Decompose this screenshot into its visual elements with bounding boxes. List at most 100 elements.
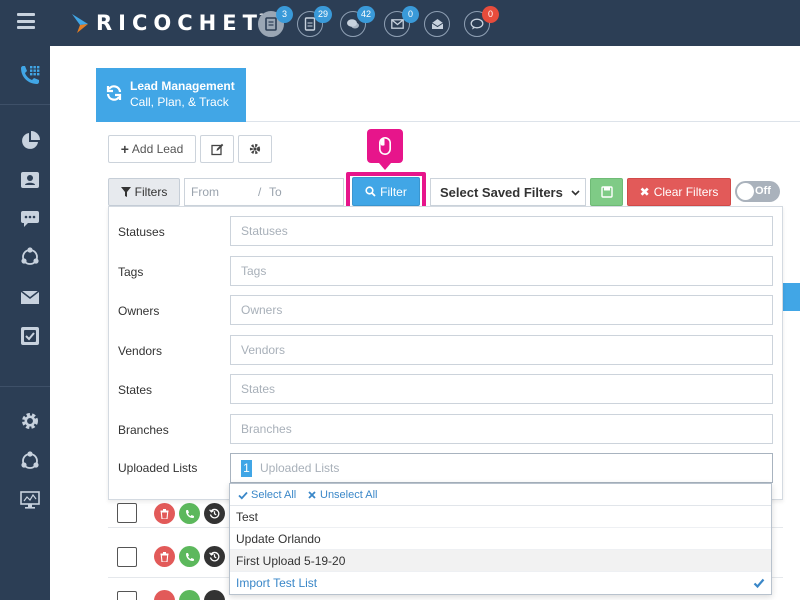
toggle-knob <box>737 183 754 200</box>
app-logo[interactable]: RICOCHET 360 <box>70 10 278 36</box>
close-icon: ✖ <box>639 185 650 199</box>
contact-card-icon[interactable] <box>19 169 41 191</box>
filters-toggle-button[interactable]: Filters <box>108 178 180 206</box>
uploaded-lists-placeholder: Uploaded Lists <box>260 461 340 475</box>
monitor-icon[interactable] <box>19 489 41 511</box>
nav-messages[interactable]: 42 <box>340 6 375 37</box>
select-all-link[interactable]: Select All <box>238 489 296 501</box>
chevron-down-icon <box>571 190 580 196</box>
date-range-input[interactable]: From / To <box>184 178 344 206</box>
header-divider <box>246 121 800 122</box>
history-button[interactable] <box>204 503 225 524</box>
saved-filters-select[interactable]: Select Saved Filters <box>430 178 586 206</box>
owners-placeholder: Owners <box>241 303 283 317</box>
statuses-label: Statuses <box>118 225 165 239</box>
nav-mail[interactable]: 0 <box>384 6 419 37</box>
delete-lead-button[interactable] <box>154 546 175 567</box>
from-placeholder: From <box>191 185 219 199</box>
envelope-icon[interactable] <box>19 286 41 308</box>
list-option[interactable]: Test <box>230 506 771 528</box>
file-icon <box>304 17 316 31</box>
list-option-label: Update Orlando <box>236 531 321 546</box>
top-bar: RICOCHET 360 3 29 42 0 0 <box>0 0 800 46</box>
history-button[interactable] <box>204 546 225 567</box>
refresh-icon <box>106 85 122 101</box>
add-lead-button[interactable]: + Add Lead <box>108 135 196 163</box>
filter-toggle-switch[interactable]: Off <box>735 181 780 202</box>
edit-button[interactable] <box>200 135 234 163</box>
list-option[interactable]: Update Orlando <box>230 528 771 550</box>
filter-label: Filter <box>380 184 407 199</box>
nav-comments[interactable]: 0 <box>464 6 499 37</box>
row-checkbox[interactable] <box>117 547 137 567</box>
check-square-icon[interactable] <box>19 325 41 347</box>
vendors-input[interactable]: Vendors <box>230 335 773 365</box>
vendors-placeholder: Vendors <box>241 343 286 357</box>
filters-label: Filters <box>134 185 168 199</box>
nav-documents[interactable]: 3 <box>258 6 293 37</box>
statuses-input[interactable]: Statuses <box>230 216 773 246</box>
call-lead-button[interactable] <box>179 503 200 524</box>
row-checkbox[interactable] <box>117 591 137 600</box>
settings-button[interactable] <box>238 135 272 163</box>
nav-badge: 0 <box>482 6 499 23</box>
trash-icon <box>160 551 169 562</box>
envelope-icon <box>390 19 404 29</box>
network-icon[interactable] <box>19 246 41 268</box>
lead-management-tab[interactable]: Lead Management Call, Plan, & Track <box>96 68 246 122</box>
floppy-disk-icon <box>600 186 613 198</box>
plus-icon: + <box>120 141 129 157</box>
nav-files[interactable]: 29 <box>297 6 332 37</box>
hamburger-icon[interactable] <box>17 13 35 29</box>
sidebar-divider <box>0 104 50 105</box>
unselect-all-link[interactable]: Unselect All <box>308 489 377 501</box>
owners-input[interactable]: Owners <box>230 295 773 325</box>
clear-filters-label: Clear Filters <box>653 185 719 199</box>
clear-filters-button[interactable]: ✖ Clear Filters <box>627 178 731 206</box>
row-checkbox[interactable] <box>117 503 137 523</box>
trash-icon <box>160 508 169 519</box>
list-option-label: Import Test List <box>236 576 318 590</box>
delete-lead-button[interactable] <box>154 503 175 524</box>
nav-badge: 42 <box>356 6 375 23</box>
filter-button[interactable]: Filter <box>352 177 420 206</box>
tags-input[interactable]: Tags <box>230 256 773 286</box>
filter-panel: Statuses Statuses Tags Tags Owners Owner… <box>108 206 783 500</box>
nav-inbox[interactable] <box>424 11 450 37</box>
open-envelope-icon <box>431 19 443 29</box>
states-placeholder: States <box>241 382 276 396</box>
statuses-placeholder: Statuses <box>241 224 288 238</box>
funnel-icon <box>120 187 131 197</box>
list-option-label: First Upload 5-19-20 <box>236 553 346 568</box>
close-icon <box>308 491 316 499</box>
page-subtitle: Call, Plan, & Track <box>130 95 229 109</box>
tags-placeholder: Tags <box>241 264 267 278</box>
owners-label: Owners <box>118 304 160 318</box>
history-icon <box>209 551 220 562</box>
logo-mark-icon <box>72 14 88 33</box>
mouse-click-indicator <box>367 129 403 170</box>
sidebar-divider <box>0 386 50 387</box>
background-header-strip <box>783 283 800 311</box>
network-icon[interactable] <box>19 450 41 472</box>
states-input[interactable]: States <box>230 374 773 404</box>
nav-badge: 3 <box>276 6 293 23</box>
branches-input[interactable]: Branches <box>230 414 773 444</box>
pie-chart-icon[interactable] <box>19 130 41 152</box>
save-filter-button[interactable] <box>590 178 623 206</box>
dropdown-actions: Select All Unselect All <box>230 484 771 506</box>
phone-dialpad-icon[interactable] <box>19 64 41 86</box>
nav-badge: 29 <box>313 6 332 23</box>
branches-placeholder: Branches <box>241 422 292 436</box>
uploaded-lists-input[interactable]: 1 Uploaded Lists <box>230 453 773 483</box>
gear-icon <box>249 143 261 155</box>
saved-filters-label: Select Saved Filters <box>440 184 563 200</box>
list-option-label: Test <box>236 509 259 524</box>
chat-icon[interactable] <box>19 208 41 230</box>
list-option-selected[interactable]: Import Test List <box>230 572 771 594</box>
gear-icon[interactable] <box>19 410 41 432</box>
page-title: Lead Management <box>130 79 235 93</box>
call-lead-button[interactable] <box>179 546 200 567</box>
list-option[interactable]: First Upload 5-19-20 <box>230 550 771 572</box>
states-label: States <box>118 383 153 397</box>
